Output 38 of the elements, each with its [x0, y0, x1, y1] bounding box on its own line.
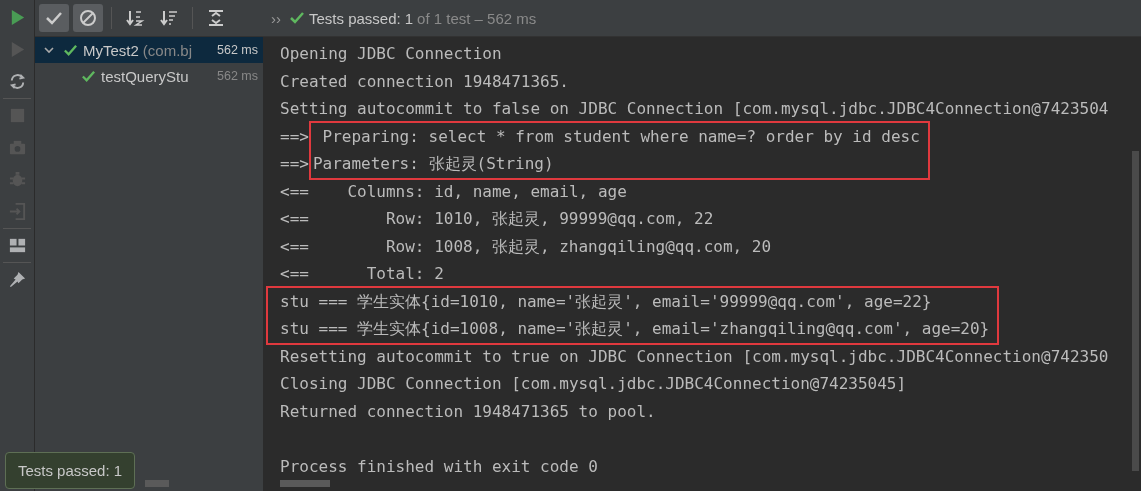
console-line: Created connection 1948471365. [280, 70, 570, 93]
package-name: (com.bj [142, 41, 194, 59]
notification-toast: Tests passed: 1 [5, 452, 135, 489]
console-line: Parameters: 张起灵(String) [312, 153, 555, 175]
console-line: <== Total: 2 [280, 263, 445, 285]
console-line: Resetting autocommit to true on JDBC Connection [com.mysql.jdbc.JDBC4Connection@742350 [280, 345, 1110, 368]
console-line: Closing JDBC Connection [com.mysql.jdbc.JDBC4Connection@74235045] [280, 373, 908, 395]
scrollbar[interactable] [145, 480, 169, 487]
status-detail: of 1 test – 562 ms [417, 9, 537, 27]
check-icon[interactable] [39, 4, 69, 32]
console-line: Opening JDBC Connection [280, 43, 503, 65]
scrollbar[interactable] [280, 480, 330, 487]
console-prefix: ==> [280, 153, 309, 175]
status-text: Tests passed: [309, 9, 401, 27]
console-line: Preparing: select * from student where name=? order by id desc [321, 125, 920, 148]
scrollbar[interactable] [1132, 151, 1139, 471]
blocked-icon[interactable] [73, 4, 103, 32]
console-line: stu === 学生实体{id=1008, name='张起灵', email='zhangqiling@qq.com', age=20} [280, 318, 990, 340]
tree-item[interactable]: testQueryStu 562 ms [35, 63, 263, 89]
test-duration: 562 ms [217, 69, 259, 83]
console-line: Setting autocommit to false on JDBC Connection [com.mysql.jdbc.JDBC4Connection@7423504 [280, 98, 1110, 120]
test-name: testQueryStu [101, 67, 189, 85]
more-button[interactable]: ›› [271, 9, 281, 27]
layout-icon[interactable] [7, 236, 27, 255]
check-icon [289, 10, 305, 26]
status-count: 1 [404, 9, 414, 27]
console-line: Returned connection 1948471365 to pool. [280, 400, 657, 423]
console-line: Process finished with exit code 0 [280, 455, 599, 478]
test-name: MyTest2 [83, 41, 139, 59]
tree-item[interactable]: MyTest2 (com.bj 562 ms [35, 37, 263, 63]
console-line: <== Row: 1010, 张起灵, 99999@qq.com, 22 [280, 208, 715, 230]
test-duration: 562 ms [217, 43, 259, 57]
console-line: <== Row: 1008, 张起灵, zhangqiling@qq.com, 20 [280, 235, 773, 258]
chevron-icon[interactable] [43, 44, 55, 56]
pin-icon[interactable] [7, 270, 27, 289]
console-line: stu === 学生实体{id=1010, name='张起灵', email='99999@qq.com', age=22} [280, 290, 933, 313]
console-line: <== Columns: id, name, email, age [280, 180, 628, 203]
console-prefix: ==> [280, 125, 309, 148]
